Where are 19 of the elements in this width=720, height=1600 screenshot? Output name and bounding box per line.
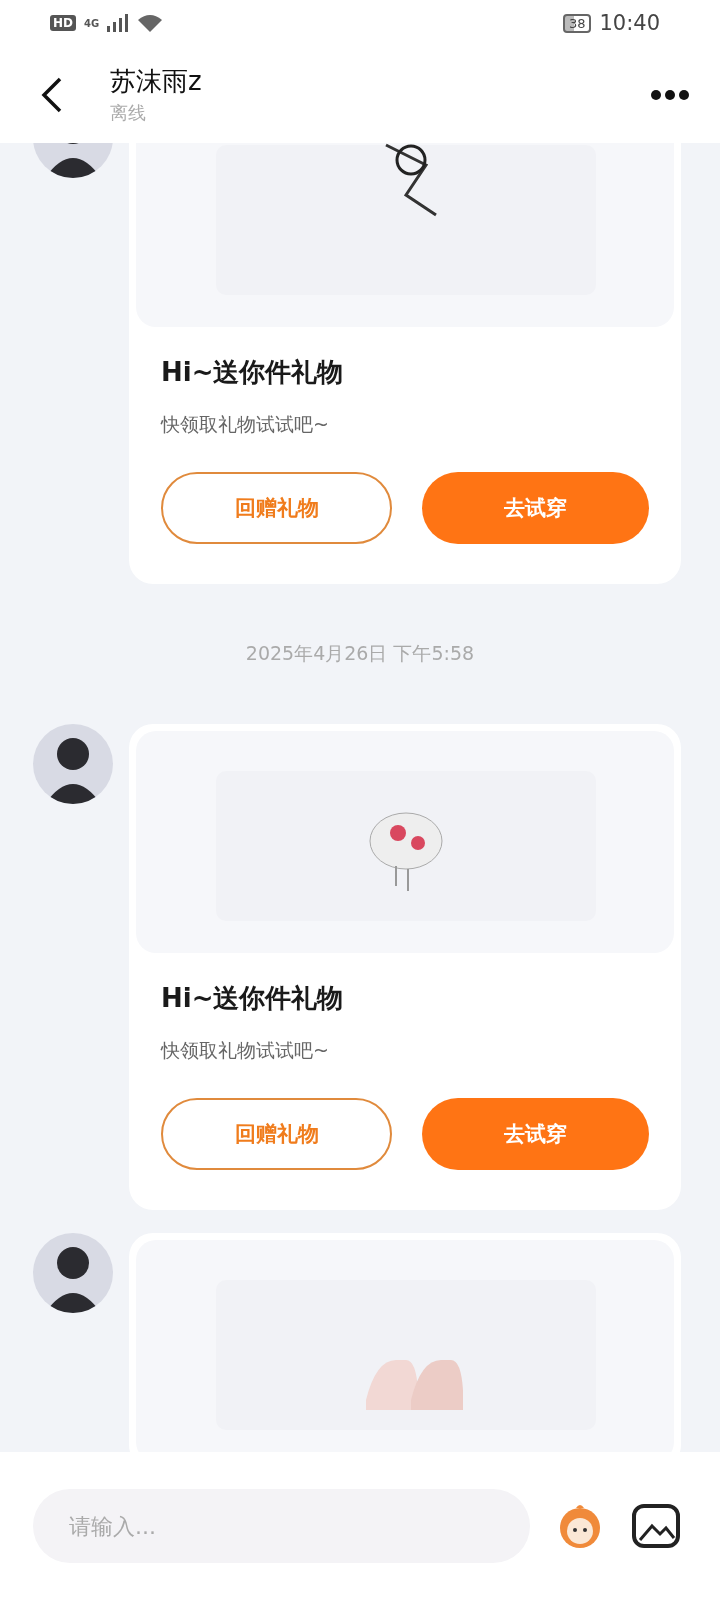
- timestamp: 2025年4月26日 下午5:58: [245, 641, 475, 666]
- signal-icon: [107, 14, 130, 32]
- return-gift-button[interactable]: 回赠礼物: [161, 1098, 392, 1170]
- wifi-icon: [137, 13, 164, 33]
- gift-subtitle: 快领取礼物试试吧~: [161, 1038, 330, 1063]
- gift-subtitle: 快领取礼物试试吧~: [161, 412, 330, 437]
- online-status: 离线: [110, 101, 147, 125]
- contact-name: 苏沫雨z: [110, 65, 203, 98]
- more-icon[interactable]: [650, 88, 690, 101]
- battery-icon: 38: [562, 13, 592, 33]
- try-on-button[interactable]: 去试穿: [422, 472, 649, 544]
- message-input[interactable]: 请输入...: [33, 1489, 530, 1563]
- gift-title: Hi~送你件礼物: [161, 982, 345, 1015]
- try-on-button[interactable]: 去试穿: [422, 1098, 649, 1170]
- clock: 10:40: [599, 11, 660, 35]
- hd-icon: HD: [50, 15, 76, 31]
- network-label: 4G: [84, 17, 100, 29]
- return-gift-button[interactable]: 回赠礼物: [161, 472, 392, 544]
- gift-title: Hi~送你件礼物: [161, 356, 345, 389]
